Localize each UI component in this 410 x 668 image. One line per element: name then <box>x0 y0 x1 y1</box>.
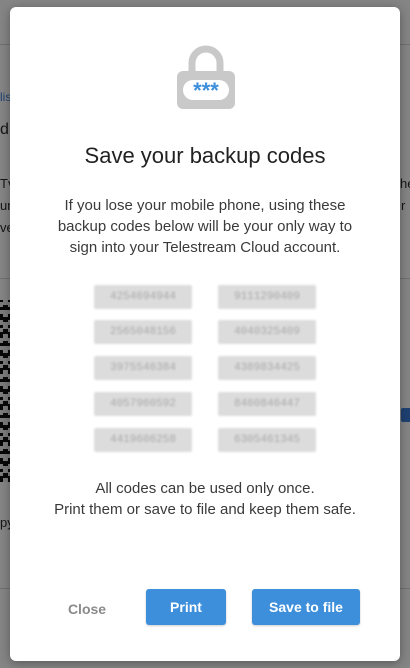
close-button[interactable]: Close <box>56 595 118 623</box>
usage-note: All codes can be used only once. Print t… <box>48 478 362 520</box>
dialog-description: If you lose your mobile phone, using the… <box>57 197 353 256</box>
backup-code: 2565048156 <box>94 320 192 344</box>
backup-codes-dialog: *** Save your backup codes If you lose y… <box>10 7 400 661</box>
save-to-file-button[interactable]: Save to file <box>252 589 360 625</box>
backup-code: 4419606258 <box>94 428 192 452</box>
lock-icon: *** <box>177 45 235 109</box>
backup-code: 9111290409 <box>218 285 316 309</box>
backup-code: 3975546384 <box>94 356 192 380</box>
backup-code: 4040325409 <box>218 320 316 344</box>
dialog-title: Save your backup codes <box>84 143 326 168</box>
usage-note-line: All codes can be used only once. <box>95 480 315 497</box>
backup-code: 8460846447 <box>218 392 316 416</box>
backup-code: 4057960592 <box>94 392 192 416</box>
lock-icon-stars: *** <box>193 78 219 103</box>
backup-code: 6305461345 <box>218 428 316 452</box>
backup-code: 4254694944 <box>94 285 192 309</box>
print-button[interactable]: Print <box>146 589 226 625</box>
backup-code: 4389834425 <box>218 356 316 380</box>
usage-note-line: Print them or save to file and keep them… <box>54 501 356 518</box>
